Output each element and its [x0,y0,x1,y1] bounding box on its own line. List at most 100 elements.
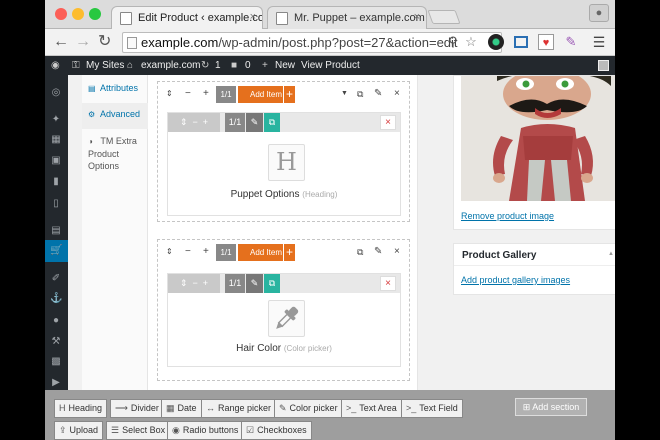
clone-icon[interactable]: ⧉ [357,87,363,101]
product-image[interactable] [461,76,615,201]
element-range-picker-button[interactable]: ↔ Range picker [201,399,277,418]
field-delete-icon[interactable]: × [380,276,396,291]
remove-product-image-link[interactable]: Remove product image [461,211,554,221]
settings-icon[interactable]: ▩ [50,356,62,368]
element-select-box-button[interactable]: ☰ Select Box [106,421,171,440]
list-icon: ▤ [88,84,96,93]
my-sites-link[interactable]: My Sites [86,60,124,71]
extension-screen-icon[interactable] [514,36,528,48]
tab-advanced[interactable]: ⚙ Advanced [82,103,148,129]
minimize-window-button[interactable] [72,8,84,20]
add-item-button[interactable]: Add Item + [238,244,295,261]
field-delete-icon[interactable]: × [380,115,396,130]
view-product-link[interactable]: View Product [301,60,360,71]
add-item-button[interactable]: Add Item + [238,86,295,103]
updates-count[interactable]: 1 [215,60,221,71]
url-host: example.com [141,35,219,50]
pages-icon[interactable]: ▣ [50,155,62,167]
page-info-icon[interactable] [127,37,137,49]
back-icon[interactable]: ← [53,33,69,51]
product-image-box: Remove product image [453,75,615,230]
element-date-button[interactable]: ▦ Date [161,399,202,418]
bookmark-star-icon[interactable]: ☆ [463,34,479,50]
tab-close-icon[interactable]: × [250,11,256,23]
field-clone-icon[interactable]: ⧉ [264,274,280,293]
extension-heart-icon[interactable]: ♥ [538,34,554,50]
field-resize-controls[interactable]: ⇕ − + [168,113,220,132]
element-text-field-button[interactable]: >_ Text Field [401,399,463,418]
menu-icon[interactable]: ☰ [591,34,607,50]
delete-icon[interactable]: × [394,87,400,101]
add-section-button[interactable]: ⊞ Add section [515,398,587,416]
profile-icon[interactable]: ● [589,4,609,22]
drag-icon[interactable]: ⇕ [166,87,173,101]
tab-strip: Edit Product ‹ example.com × Mr. Puppet … [45,0,615,30]
caret-down-icon[interactable]: ▼ [341,87,348,101]
element-label: Text Field [419,403,458,413]
reload-icon[interactable]: ↻ [98,33,111,51]
element-checkboxes-button[interactable]: ☑ Checkboxes [241,421,312,440]
plugins-icon[interactable]: ⚓ [50,293,62,305]
section-size: 1/1 [216,244,236,261]
plus-icon: ⊞ [522,402,533,412]
product-data-tabs: ▤ Attributes ⚙ Advanced ◑ TM Extra Produ… [82,75,148,390]
tab-mr-puppet[interactable]: Mr. Puppet – example.com × [267,6,427,30]
field-clone-icon[interactable]: ⧉ [264,113,280,132]
increase-size-button[interactable]: + [203,245,209,259]
close-window-button[interactable] [55,8,67,20]
maximize-window-button[interactable] [89,8,101,20]
edit-icon[interactable]: ✎ [374,245,382,259]
terminal-icon: >_ [346,403,357,413]
element-heading-button[interactable]: H Heading [54,399,108,418]
element-radio-buttons-button[interactable]: ◉ Radio buttons [167,421,244,440]
extension-eye-icon[interactable] [488,34,504,50]
tab-tm-extra-product-options[interactable]: ◑ TM Extra Product Options [82,133,148,172]
search-icon[interactable]: ⚲ [445,34,461,50]
decrease-size-button[interactable]: − [185,245,191,259]
tab-edit-product[interactable]: Edit Product ‹ example.com × [111,6,263,30]
media-icon[interactable]: ▦ [50,134,62,146]
tools-icon[interactable]: ⚒ [50,336,62,348]
delete-icon[interactable]: × [394,245,400,259]
dashboard-icon[interactable]: ◎ [50,87,62,99]
comments-count[interactable]: 0 [245,60,251,71]
toggle-icon[interactable]: ▲ [608,251,614,257]
forward-icon[interactable]: → [75,33,91,51]
appearance-icon[interactable]: ✐ [50,273,62,285]
product-gallery-title[interactable]: Product Gallery ▲ [454,244,615,266]
element-divider-button[interactable]: ⟶ Divider [110,399,164,418]
pin-icon[interactable]: ✦ [50,114,62,126]
calendar-icon: ▦ [166,403,175,413]
collapse-menu-icon[interactable]: ▶ [50,377,62,389]
clone-icon[interactable]: ⧉ [357,245,363,259]
site-link[interactable]: example.com [141,60,200,71]
feedback-icon[interactable]: ▯ [50,198,62,210]
field-edit-icon[interactable]: ✎ [246,113,263,132]
decrease-size-button[interactable]: − [185,87,191,101]
drag-icon[interactable]: ⇕ [166,245,173,259]
heading-element-icon: H [268,144,305,181]
tab-attributes[interactable]: ▤ Attributes [82,83,148,93]
element-text-area-button[interactable]: >_ Text Area [341,399,402,418]
extension-pen-icon[interactable]: ✎ [563,34,579,50]
field-edit-icon[interactable]: ✎ [246,274,263,293]
increase-size-button[interactable]: + [203,87,209,101]
element-color-picker-button[interactable]: ✎ Color picker [274,399,343,418]
woocommerce-icon[interactable]: ▤ [50,225,62,237]
element-label: Heading [68,403,103,413]
wordpress-logo-icon[interactable]: ◉ [51,60,60,71]
element-upload-button[interactable]: ⇪ Upload [54,421,104,440]
plus-icon: + [262,60,268,71]
new-link[interactable]: New [275,60,295,71]
add-gallery-images-link[interactable]: Add product gallery images [461,275,570,285]
avatar[interactable] [598,60,609,71]
products-cart-icon[interactable]: 🛒 [50,245,62,257]
home-icon: ⌂ [127,60,134,71]
new-tab-button[interactable] [427,10,461,24]
content-area: ▤ Attributes ⚙ Advanced ◑ TM Extra Produ… [68,75,615,390]
users-icon[interactable]: ● [50,315,62,327]
tab-close-icon[interactable]: × [414,11,420,23]
comments-icon[interactable]: ▮ [50,176,62,188]
edit-icon[interactable]: ✎ [374,87,382,101]
field-resize-controls[interactable]: ⇕ − + [168,274,220,293]
